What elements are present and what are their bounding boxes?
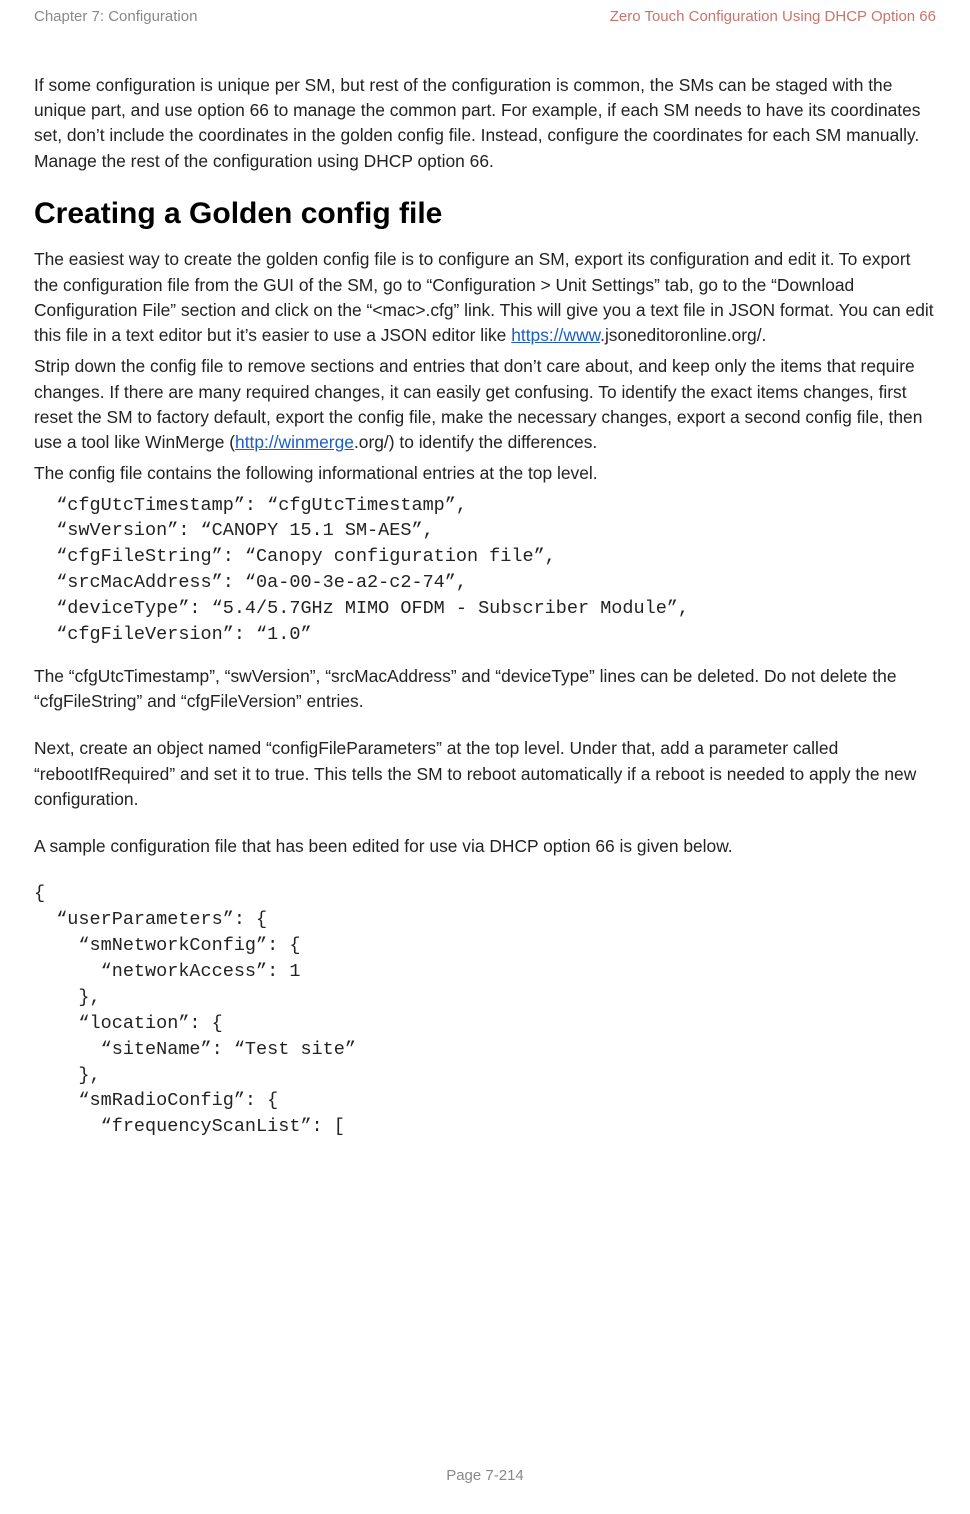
page-header: Chapter 7: Configuration Zero Touch Conf… — [34, 0, 936, 25]
page-footer: Page 7-214 — [0, 1467, 970, 1484]
paragraph-5: Next, create an object named “configFile… — [34, 736, 936, 812]
paragraph-3: The config file contains the following i… — [34, 461, 936, 486]
json-editor-link[interactable]: https://www — [511, 325, 600, 345]
paragraph-1-text-b: .jsoneditoronline.org/. — [600, 325, 766, 345]
paragraph-1-text-a: The easiest way to create the golden con… — [34, 249, 934, 345]
paragraph-4: The “cfgUtcTimestamp”, “swVersion”, “src… — [34, 664, 936, 714]
page-content: If some configuration is unique per SM, … — [34, 73, 936, 1140]
section-title: Creating a Golden config file — [34, 192, 936, 236]
intro-paragraph: If some configuration is unique per SM, … — [34, 73, 936, 174]
paragraph-2-text-b: .org/) to identify the differences. — [354, 432, 597, 452]
paragraph-1: The easiest way to create the golden con… — [34, 247, 936, 348]
code-block-2: { “userParameters”: { “smNetworkConfig”:… — [34, 881, 936, 1140]
code-block-1: “cfgUtcTimestamp”: “cfgUtcTimestamp”, “s… — [34, 493, 936, 648]
winmerge-link[interactable]: http://winmerge — [235, 432, 354, 452]
paragraph-2: Strip down the config file to remove sec… — [34, 354, 936, 455]
header-right: Zero Touch Configuration Using DHCP Opti… — [610, 8, 936, 25]
paragraph-6: A sample configuration file that has bee… — [34, 834, 936, 859]
header-left: Chapter 7: Configuration — [34, 8, 197, 25]
